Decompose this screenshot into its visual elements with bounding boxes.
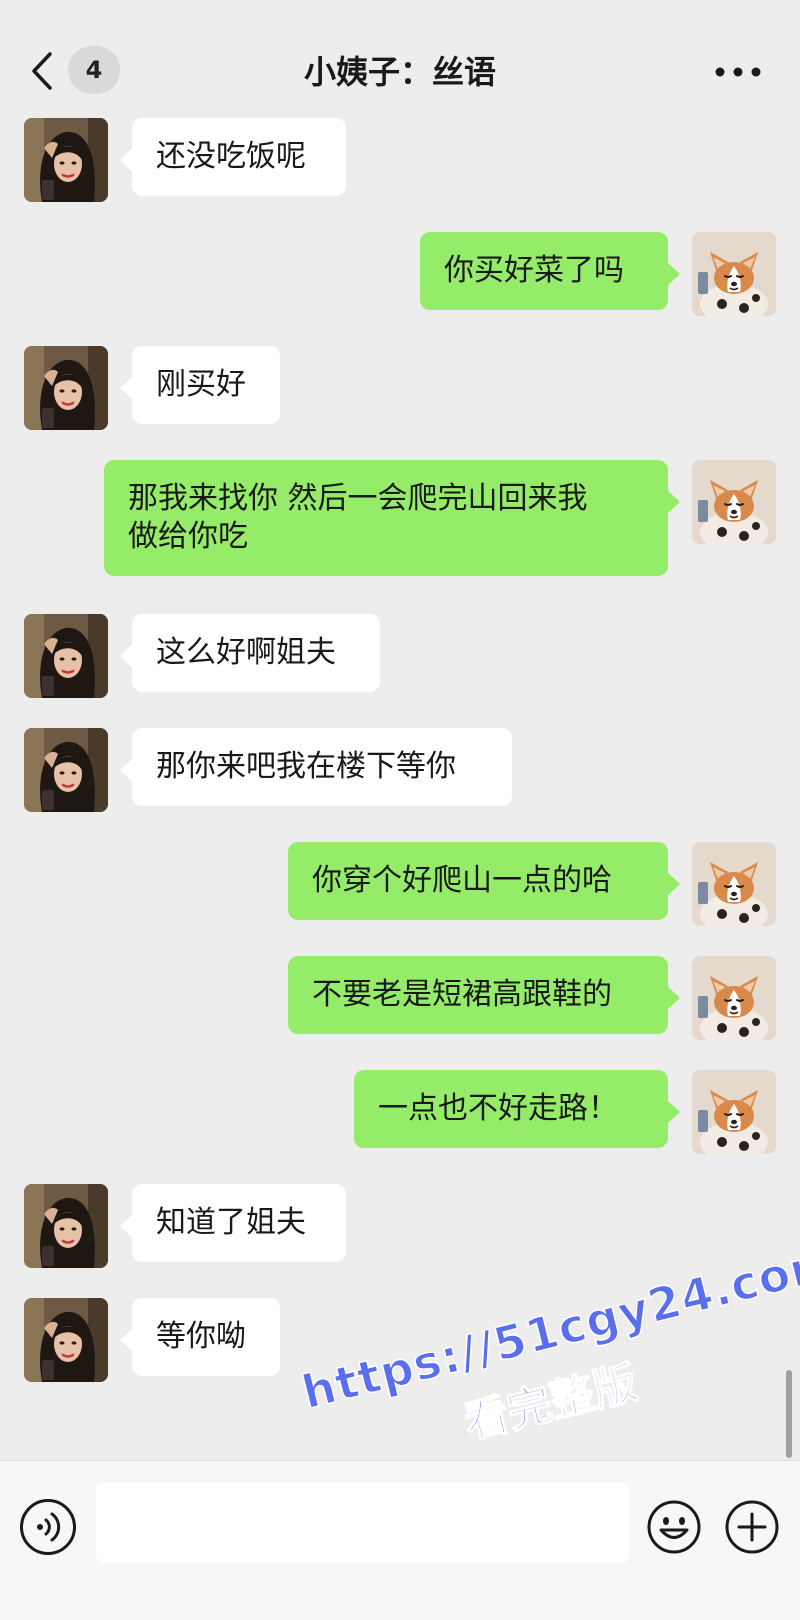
message-list[interactable]: 还没吃饭呢 你买好菜了吗 刚买好 那我来找你 然后一会爬完山回来我 做给你吃 这… xyxy=(0,118,800,1460)
more-dots-icon xyxy=(715,67,761,77)
message-bubble[interactable]: 一点也不好走路！ xyxy=(354,1070,680,1148)
message-bubble[interactable]: 那你来吧我在楼下等你 xyxy=(120,728,512,806)
message-bubble[interactable]: 刚买好 xyxy=(120,346,280,424)
message-bubble[interactable]: 你买好菜了吗 xyxy=(420,232,680,310)
unread-count-badge[interactable]: 4 xyxy=(68,46,120,94)
girl-avatar[interactable] xyxy=(24,1298,108,1382)
more-options-button[interactable] xyxy=(712,58,764,86)
chevron-left-icon xyxy=(32,52,52,90)
message-bubble[interactable]: 等你呦 xyxy=(120,1298,280,1376)
emoji-icon xyxy=(647,1500,701,1554)
corgi-avatar[interactable] xyxy=(692,956,776,1040)
voice-button[interactable] xyxy=(20,1499,76,1555)
message-bubble[interactable]: 知道了姐夫 xyxy=(120,1184,346,1262)
message-bubble[interactable]: 还没吃饭呢 xyxy=(120,118,346,196)
girl-avatar[interactable] xyxy=(24,346,108,430)
girl-avatar[interactable] xyxy=(24,118,108,202)
more-functions-button[interactable] xyxy=(724,1499,780,1555)
corgi-avatar[interactable] xyxy=(692,1070,776,1154)
message-bubble[interactable]: 那我来找你 然后一会爬完山回来我 做给你吃 xyxy=(104,460,680,576)
corgi-avatar[interactable] xyxy=(692,460,776,544)
back-button[interactable] xyxy=(28,48,58,94)
message-bubble[interactable]: 不要老是短裙高跟鞋的 xyxy=(288,956,680,1034)
scrollbar[interactable] xyxy=(786,1370,792,1458)
girl-avatar[interactable] xyxy=(24,614,108,698)
corgi-avatar[interactable] xyxy=(692,232,776,316)
emoji-button[interactable] xyxy=(646,1499,702,1555)
girl-avatar[interactable] xyxy=(24,728,108,812)
message-bubble[interactable]: 你穿个好爬山一点的哈 xyxy=(288,842,680,920)
message-bubble[interactable]: 这么好啊姐夫 xyxy=(120,614,380,692)
plus-icon xyxy=(725,1500,779,1554)
chat-header: 4 小姨子：丝语 xyxy=(0,0,800,118)
input-bar xyxy=(0,1460,800,1620)
message-input[interactable] xyxy=(96,1483,630,1563)
voice-icon xyxy=(37,1512,61,1542)
chat-title: 小姨子：丝语 xyxy=(303,53,496,91)
corgi-avatar[interactable] xyxy=(692,842,776,926)
girl-avatar[interactable] xyxy=(24,1184,108,1268)
